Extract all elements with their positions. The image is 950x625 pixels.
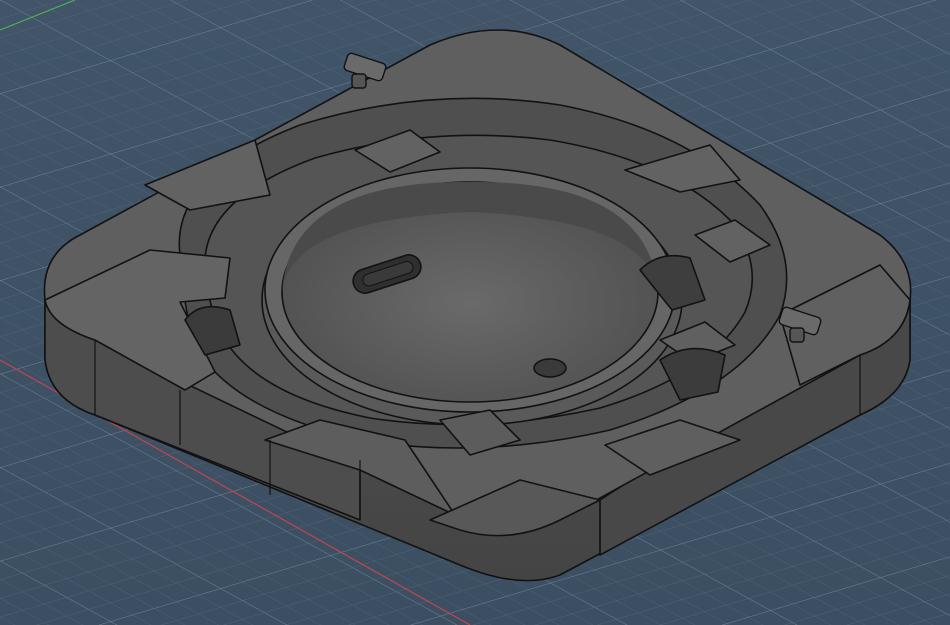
cad-3d-viewport[interactable] — [0, 0, 950, 625]
viewport-canvas[interactable] — [0, 0, 950, 625]
round-hole — [533, 358, 567, 378]
